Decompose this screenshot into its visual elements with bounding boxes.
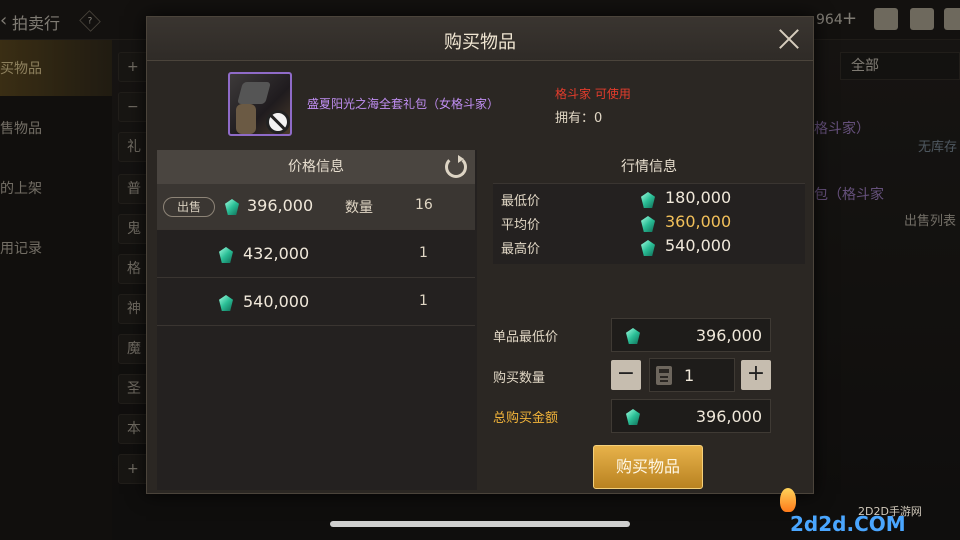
unit-min-price-field: 396,000 — [611, 318, 771, 352]
listing-quantity: 1 — [419, 293, 428, 309]
game-screen: ‹ 拍卖行 ? 964 + 买物品 售物品 的上架 用记录 + − 礼 普 鬼 … — [0, 0, 960, 540]
flame-logo-icon — [780, 488, 796, 512]
total-amount-field: 396,000 — [611, 399, 771, 433]
unit-min-price-value: 396,000 — [695, 326, 762, 345]
avg-price-label: 平均价 — [501, 218, 541, 233]
total-amount-label: 总购买金额 — [493, 411, 559, 426]
quantity-label: 数量 — [345, 200, 373, 216]
gem-icon — [641, 192, 655, 208]
unit-min-price-label: 单品最低价 — [493, 330, 559, 345]
close-icon[interactable] — [775, 25, 803, 53]
dialog-title: 购买物品 — [444, 32, 516, 53]
market-info-panel: 行情信息 最低价 180,000 平均价 360,000 最高价 540,000… — [493, 150, 805, 490]
price-info-header: 价格信息 — [157, 150, 475, 184]
sell-tag: 出售 — [163, 197, 215, 217]
price-info-panel: 价格信息 出售 396,000 数量 16 432,000 1 540,000 … — [157, 150, 477, 490]
quantity-value: 1 — [684, 366, 695, 385]
gem-icon — [219, 247, 233, 263]
market-info-header: 行情信息 — [493, 150, 805, 184]
min-price-label: 最低价 — [501, 194, 541, 209]
quantity-input[interactable]: 1 — [649, 358, 735, 392]
min-price-value: 180,000 — [665, 188, 732, 207]
buy-item-button[interactable]: 购买物品 — [593, 445, 703, 489]
gem-icon — [626, 409, 640, 425]
listing-price: 432,000 — [243, 244, 310, 263]
decrease-quantity-button[interactable]: − — [611, 360, 641, 390]
item-class-restriction: 格斗家 可使用 — [555, 87, 631, 101]
calculator-icon[interactable] — [656, 366, 672, 385]
gem-icon — [641, 216, 655, 232]
refresh-icon[interactable] — [445, 155, 467, 178]
unusable-icon — [266, 110, 290, 134]
listing-quantity: 1 — [419, 245, 428, 261]
listing-price: 396,000 — [247, 196, 314, 215]
total-amount-value: 396,000 — [695, 407, 762, 426]
purchase-dialog: 购买物品 盛夏阳光之海全套礼包（女格斗家） 格斗家 可使用 拥有：0 价格信息 … — [146, 16, 814, 494]
gem-icon — [219, 295, 233, 311]
price-row[interactable]: 432,000 1 — [157, 232, 475, 278]
gem-icon — [641, 240, 655, 256]
item-name: 盛夏阳光之海全套礼包（女格斗家） — [307, 97, 500, 111]
listing-quantity: 16 — [415, 197, 433, 213]
price-row[interactable]: 出售 396,000 数量 16 — [157, 184, 475, 230]
market-stats: 最低价 180,000 平均价 360,000 最高价 540,000 — [493, 184, 805, 264]
gem-icon — [626, 328, 640, 344]
dialog-header: 购买物品 — [147, 17, 813, 61]
avg-price-value: 360,000 — [665, 212, 732, 231]
item-owned-count: 拥有：0 — [555, 111, 603, 126]
max-price-value: 540,000 — [665, 236, 732, 255]
price-row[interactable]: 540,000 1 — [157, 280, 475, 326]
max-price-label: 最高价 — [501, 242, 541, 257]
increase-quantity-button[interactable]: + — [741, 360, 771, 390]
watermark-logo: 2d2d.COM — [790, 512, 906, 536]
gem-icon — [225, 199, 239, 215]
item-icon[interactable] — [228, 72, 292, 136]
listing-price: 540,000 — [243, 292, 310, 311]
buy-quantity-label: 购买数量 — [493, 371, 546, 386]
home-indicator[interactable] — [330, 521, 630, 527]
